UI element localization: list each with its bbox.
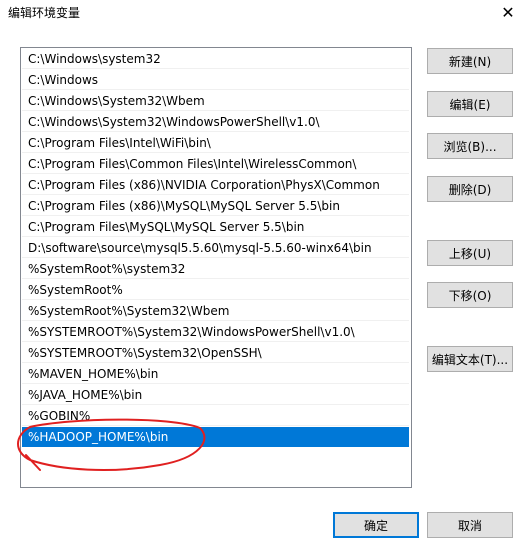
edit-button[interactable]: 编辑(E) <box>427 91 513 117</box>
list-item[interactable]: C:\Program Files\Intel\WiFi\bin\ <box>22 133 409 153</box>
title-bar: 编辑环境变量 ✕ <box>0 0 525 24</box>
move-up-button[interactable]: 上移(U) <box>427 240 513 266</box>
delete-button[interactable]: 删除(D) <box>427 176 513 202</box>
list-item[interactable]: %GOBIN% <box>22 406 409 426</box>
list-item[interactable]: D:\software\source\mysql5.5.60\mysql-5.5… <box>22 238 409 258</box>
list-item[interactable]: C:\Program Files (x86)\NVIDIA Corporatio… <box>22 175 409 195</box>
list-item[interactable]: %JAVA_HOME%\bin <box>22 385 409 405</box>
list-item[interactable]: %SystemRoot%\System32\Wbem <box>22 301 409 321</box>
list-item[interactable]: C:\Program Files\Common Files\Intel\Wire… <box>22 154 409 174</box>
list-item[interactable]: C:\Windows\System32\WindowsPowerShell\v1… <box>22 112 409 132</box>
cancel-button[interactable]: 取消 <box>427 512 513 538</box>
ok-button[interactable]: 确定 <box>333 512 419 538</box>
close-icon[interactable]: ✕ <box>491 0 525 24</box>
move-down-button[interactable]: 下移(O) <box>427 282 513 308</box>
path-list[interactable]: C:\Windows\system32 C:\Windows C:\Window… <box>20 47 412 488</box>
list-item[interactable]: C:\Windows\system32 <box>22 49 409 69</box>
edit-text-button[interactable]: 编辑文本(T)... <box>427 346 513 372</box>
list-item[interactable]: %SystemRoot% <box>22 280 409 300</box>
list-item[interactable]: C:\Program Files (x86)\MySQL\MySQL Serve… <box>22 196 409 216</box>
list-item[interactable]: C:\Windows\System32\Wbem <box>22 91 409 111</box>
list-item[interactable]: %MAVEN_HOME%\bin <box>22 364 409 384</box>
browse-button[interactable]: 浏览(B)... <box>427 133 513 159</box>
list-item[interactable]: C:\Program Files\MySQL\MySQL Server 5.5\… <box>22 217 409 237</box>
new-button[interactable]: 新建(N) <box>427 48 513 74</box>
list-item[interactable]: C:\Windows <box>22 70 409 90</box>
window-title: 编辑环境变量 <box>8 6 81 20</box>
list-item-selected[interactable]: %HADOOP_HOME%\bin <box>22 427 409 447</box>
list-item[interactable]: %SYSTEMROOT%\System32\WindowsPowerShell\… <box>22 322 409 342</box>
list-item[interactable]: %SYSTEMROOT%\System32\OpenSSH\ <box>22 343 409 363</box>
list-item[interactable]: %SystemRoot%\system32 <box>22 259 409 279</box>
